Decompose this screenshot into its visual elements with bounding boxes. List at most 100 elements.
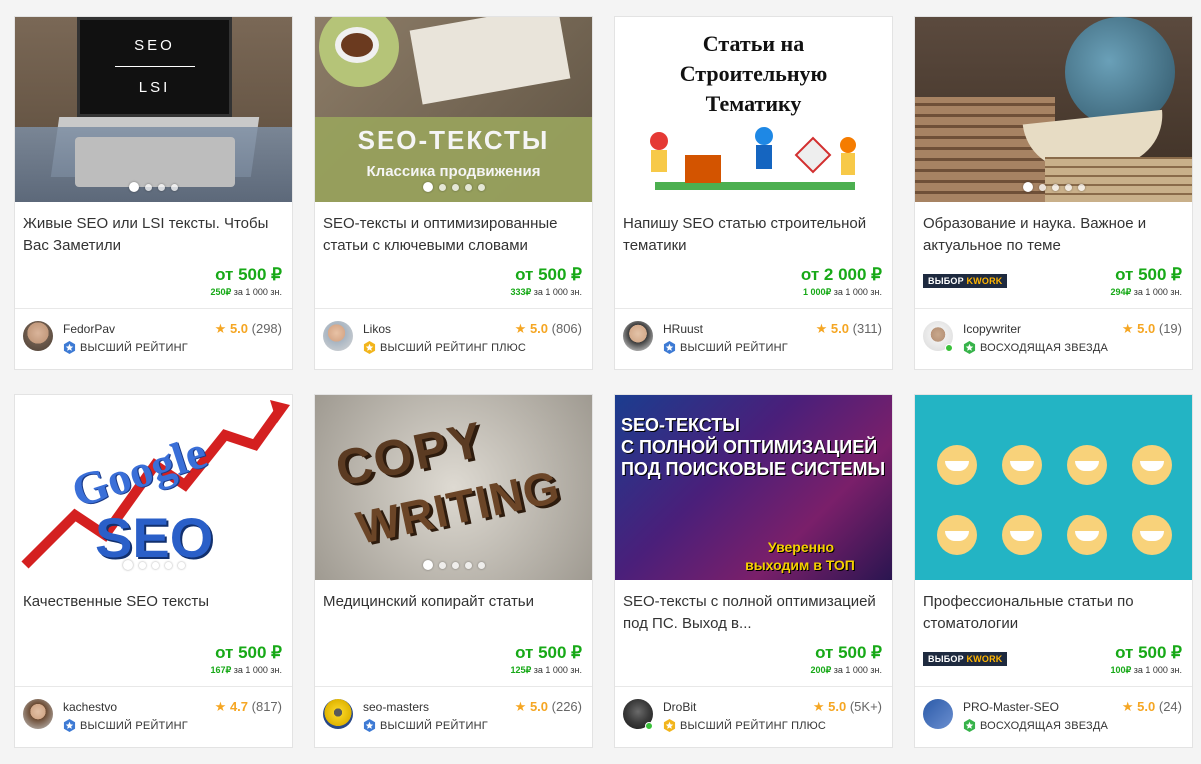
thumb-text: Классика продвижения — [366, 163, 541, 180]
seller-name[interactable]: Likos — [363, 322, 391, 336]
gig-card[interactable]: SEO-ТЕКСТЫ Классика продвижения SEO-текс… — [314, 16, 593, 370]
level-badge-icon — [963, 719, 976, 732]
seller-rating: ★ 5.0 (19) — [1121, 321, 1182, 336]
seller-level: ВОСХОДЯЩАЯ ЗВЕЗДА — [963, 719, 1108, 732]
gig-card[interactable]: SEO-ТЕКСТЫ С ПОЛНОЙ ОПТИМИЗАЦИЕЙ ПОД ПОИ… — [614, 394, 893, 748]
gig-card[interactable]: Google SEO Качественные SEO тексты от 50… — [14, 394, 293, 748]
avatar[interactable] — [923, 699, 953, 729]
gig-price: от 500 ₽ — [515, 265, 582, 284]
online-indicator — [645, 722, 653, 730]
carousel-dots[interactable] — [315, 560, 592, 570]
kwork-choice-badge: ВЫБОР KWORK — [923, 652, 1008, 666]
carousel-dots[interactable] — [315, 182, 592, 192]
level-badge-icon — [363, 341, 376, 354]
gig-price: от 500 ₽ — [515, 643, 582, 662]
level-badge-icon — [63, 719, 76, 732]
seller-name[interactable]: PRO-Master-SEO — [963, 700, 1059, 714]
seller-name[interactable]: HRuust — [663, 322, 703, 336]
gig-price: от 500 ₽ — [215, 643, 282, 662]
gig-title[interactable]: Медицинский копирайт статьи — [323, 591, 585, 635]
avatar[interactable] — [323, 699, 353, 729]
thumb-text: Уверенно — [767, 539, 835, 555]
gig-title[interactable]: Профессиональные статьи по стоматологии — [923, 591, 1185, 635]
thumb-text: Строительную — [679, 61, 828, 86]
gig-thumbnail[interactable] — [915, 395, 1192, 580]
gig-thumbnail[interactable] — [915, 17, 1192, 202]
gig-per-price: 125₽ за 1 000 зн. — [510, 665, 582, 675]
avatar[interactable] — [23, 699, 53, 729]
star-icon: ★ — [1121, 699, 1134, 714]
thumb-text: выходим в ТОП — [745, 557, 855, 573]
thumb-text: SEO-ТЕКСТЫ — [357, 125, 550, 155]
gig-title[interactable]: Напишу SEO статью строительной тематики — [623, 213, 885, 257]
gig-title[interactable]: Качественные SEO тексты — [23, 591, 285, 635]
gig-thumbnail[interactable]: COPY WRITING — [315, 395, 592, 580]
gig-price: от 500 ₽ — [1115, 265, 1182, 284]
seller-rating: ★ 4.7 (817) — [214, 699, 282, 714]
seller-name[interactable]: DroBit — [663, 700, 696, 714]
gig-per-price: 333₽ за 1 000 зн. — [510, 287, 582, 297]
gig-title[interactable]: SEO-тексты с полной оптимизацией под ПС.… — [623, 591, 885, 635]
divider — [15, 686, 292, 687]
star-icon: ★ — [214, 321, 227, 336]
seller-rating: ★ 5.0 (226) — [514, 699, 582, 714]
level-badge-icon — [963, 341, 976, 354]
seller-rating: ★ 5.0 (5K+) — [812, 699, 882, 714]
seller-level: ВОСХОДЯЩАЯ ЗВЕЗДА — [963, 341, 1108, 354]
seller-name[interactable]: kachestvo — [63, 700, 117, 714]
gig-thumbnail[interactable]: SEO-ТЕКСТЫ С ПОЛНОЙ ОПТИМИЗАЦИЕЙ ПОД ПОИ… — [615, 395, 892, 580]
carousel-dots[interactable] — [915, 182, 1192, 192]
star-icon: ★ — [514, 321, 527, 336]
star-icon: ★ — [815, 321, 828, 336]
divider — [615, 686, 892, 687]
thumb-text: Статьи на — [702, 31, 805, 56]
online-indicator — [945, 344, 953, 352]
gig-per-price: 250₽ за 1 000 зн. — [210, 287, 282, 297]
thumb-text: ПОД ПОИСКОВЫЕ СИСТЕМЫ — [621, 459, 886, 479]
gig-title[interactable]: SEO-тексты и оптимизированные статьи с к… — [323, 213, 585, 257]
level-badge-icon — [63, 341, 76, 354]
gig-thumbnail[interactable]: Google SEO — [15, 395, 292, 580]
thumb-text: С ПОЛНОЙ ОПТИМИЗАЦИЕЙ — [621, 437, 878, 457]
seller-level: ВЫСШИЙ РЕЙТИНГ — [663, 341, 788, 354]
gig-price: от 2 000 ₽ — [800, 265, 882, 284]
level-badge-icon — [363, 719, 376, 732]
thumb-text: Тематику — [705, 91, 802, 116]
seller-rating: ★ 5.0 (311) — [815, 321, 882, 336]
divider — [15, 308, 292, 309]
divider — [915, 308, 1192, 309]
seller-name[interactable]: seo-masters — [363, 700, 429, 714]
seller-level: ВЫСШИЙ РЕЙТИНГ — [63, 341, 188, 354]
gig-card[interactable]: Статьи на Строительную Тематику Напишу S… — [614, 16, 893, 370]
divider — [315, 308, 592, 309]
seller-name[interactable]: Icopywriter — [963, 322, 1021, 336]
gig-per-price: 1 000₽ за 1 000 зн. — [802, 287, 882, 297]
gig-per-price: 100₽ за 1 000 зн. — [1110, 665, 1182, 675]
gig-thumbnail[interactable]: SEO-ТЕКСТЫ Классика продвижения — [315, 17, 592, 202]
seller-rating: ★ 5.0 (24) — [1121, 699, 1182, 714]
gig-card[interactable]: Образование и наука. Важное и актуальное… — [914, 16, 1193, 370]
thumb-text: LSI — [138, 79, 171, 96]
avatar[interactable] — [23, 321, 53, 351]
gig-title[interactable]: Образование и наука. Важное и актуальное… — [923, 213, 1185, 257]
seller-rating: ★ 5.0 (298) — [214, 321, 282, 336]
gig-title[interactable]: Живые SEO или LSI тексты. Чтобы Вас Заме… — [23, 213, 285, 257]
avatar[interactable] — [323, 321, 353, 351]
star-icon: ★ — [812, 699, 825, 714]
gig-card[interactable]: Профессиональные статьи по стоматологии … — [914, 394, 1193, 748]
level-badge-icon — [663, 719, 676, 732]
gig-card[interactable]: SEO LSI Живые SEO или LSI тексты. Чтобы … — [14, 16, 293, 370]
carousel-dots[interactable] — [15, 560, 292, 570]
avatar[interactable] — [623, 321, 653, 351]
gig-card[interactable]: COPY WRITING Медицинский копирайт статьи… — [314, 394, 593, 748]
gig-thumbnail[interactable]: Статьи на Строительную Тематику — [615, 17, 892, 202]
gig-thumbnail[interactable]: SEO LSI — [15, 17, 292, 202]
divider — [615, 308, 892, 309]
seller-name[interactable]: FedorPav — [63, 322, 115, 336]
seller-level: ВЫСШИЙ РЕЙТИНГ ПЛЮС — [663, 719, 826, 732]
carousel-dots[interactable] — [15, 182, 292, 192]
gig-price: от 500 ₽ — [815, 643, 882, 662]
gig-per-price: 200₽ за 1 000 зн. — [810, 665, 882, 675]
gig-per-price: 167₽ за 1 000 зн. — [210, 665, 282, 675]
seller-level: ВЫСШИЙ РЕЙТИНГ — [363, 719, 488, 732]
